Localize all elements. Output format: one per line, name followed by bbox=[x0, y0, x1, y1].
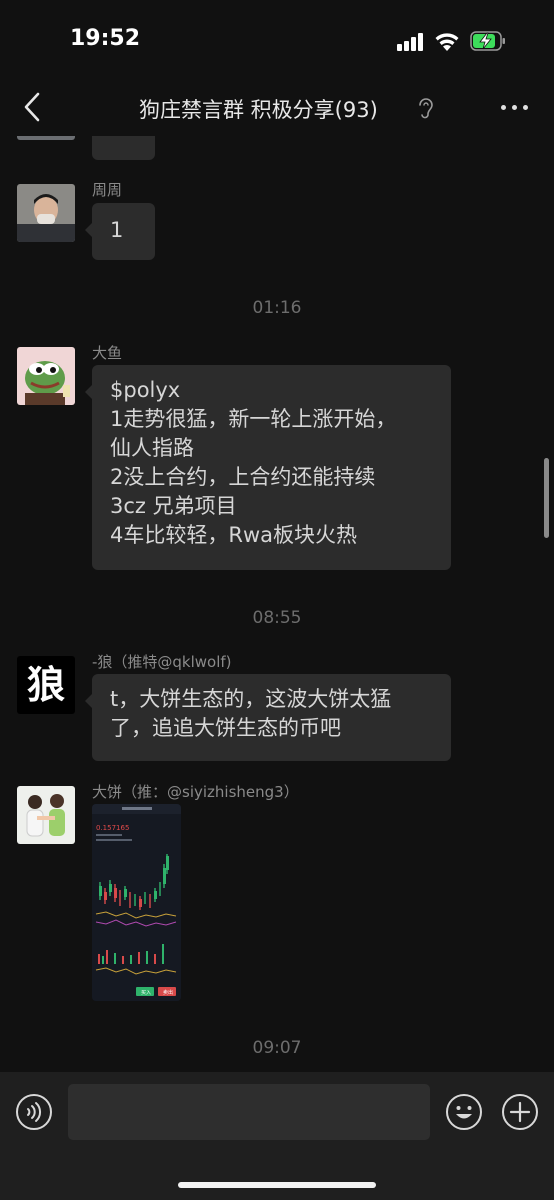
sender-name: 大饼（推：@siyizhisheng3） bbox=[92, 783, 299, 801]
avatar[interactable] bbox=[17, 347, 75, 405]
chat-title[interactable]: 狗庄禁言群 积极分享(93) bbox=[139, 94, 439, 124]
trading-chart-screenshot: 0.157165 买入 卖出 bbox=[92, 804, 181, 1001]
ear-muted-icon bbox=[419, 98, 433, 119]
two-people-photo-icon bbox=[17, 786, 75, 844]
thumb-sell-label: 卖出 bbox=[163, 989, 173, 996]
thumb-buy-label: 买入 bbox=[141, 989, 151, 996]
person-photo-icon bbox=[17, 184, 75, 242]
thumb-price: 0.157165 bbox=[96, 824, 129, 832]
voice-icon[interactable] bbox=[15, 1093, 53, 1131]
emoji-icon[interactable] bbox=[445, 1093, 483, 1131]
plus-icon[interactable] bbox=[501, 1093, 539, 1131]
timestamp: 08:55 bbox=[252, 608, 302, 628]
message-bubble[interactable]: $polyx 1走势很猛，新一轮上涨开始， 仙人指路 2没上合约，上合约还能持续… bbox=[85, 365, 451, 570]
message-bubble[interactable]: t，大饼生态的，这波大饼太猛 了，追追大饼生态的币吧 bbox=[85, 674, 451, 761]
input-bar bbox=[0, 1072, 554, 1200]
avatar[interactable] bbox=[17, 184, 75, 242]
chat-scrollbar[interactable] bbox=[544, 458, 549, 538]
back-button[interactable] bbox=[18, 90, 48, 124]
sender-name: 大鱼 bbox=[92, 344, 123, 362]
avatar[interactable]: 狼 bbox=[17, 656, 75, 714]
timestamp: 01:16 bbox=[252, 298, 302, 318]
more-options-button[interactable] bbox=[498, 96, 532, 118]
home-indicator[interactable] bbox=[178, 1182, 376, 1188]
image-message-thumbnail[interactable]: 0.157165 买入 卖出 bbox=[92, 804, 181, 1001]
pepe-frog-avatar-icon bbox=[17, 347, 75, 405]
status-bar: 19:52 bbox=[0, 0, 554, 80]
cellular-signal-icon bbox=[397, 33, 425, 51]
chat-header: 狗庄禁言群 积极分享(93) bbox=[0, 80, 554, 136]
battery-charging-icon bbox=[470, 31, 505, 51]
status-time: 19:52 bbox=[70, 26, 141, 51]
wifi-icon bbox=[435, 33, 459, 51]
message-bubble[interactable]: 1 bbox=[92, 136, 155, 160]
sender-name: -狼（推特@qklwolf) bbox=[92, 653, 232, 671]
chat-message-list[interactable]: 1 周周 1 01:16 大鱼 $polyx 1走势很猛 bbox=[0, 136, 554, 1072]
wolf-calligraphy-glyph: 狼 bbox=[26, 662, 65, 707]
avatar[interactable] bbox=[17, 136, 75, 140]
sender-name: 周周 bbox=[92, 181, 123, 199]
message-input[interactable] bbox=[68, 1084, 430, 1140]
message-bubble[interactable]: 1 bbox=[85, 203, 155, 260]
avatar[interactable] bbox=[17, 786, 75, 844]
timestamp: 09:07 bbox=[252, 1038, 302, 1058]
